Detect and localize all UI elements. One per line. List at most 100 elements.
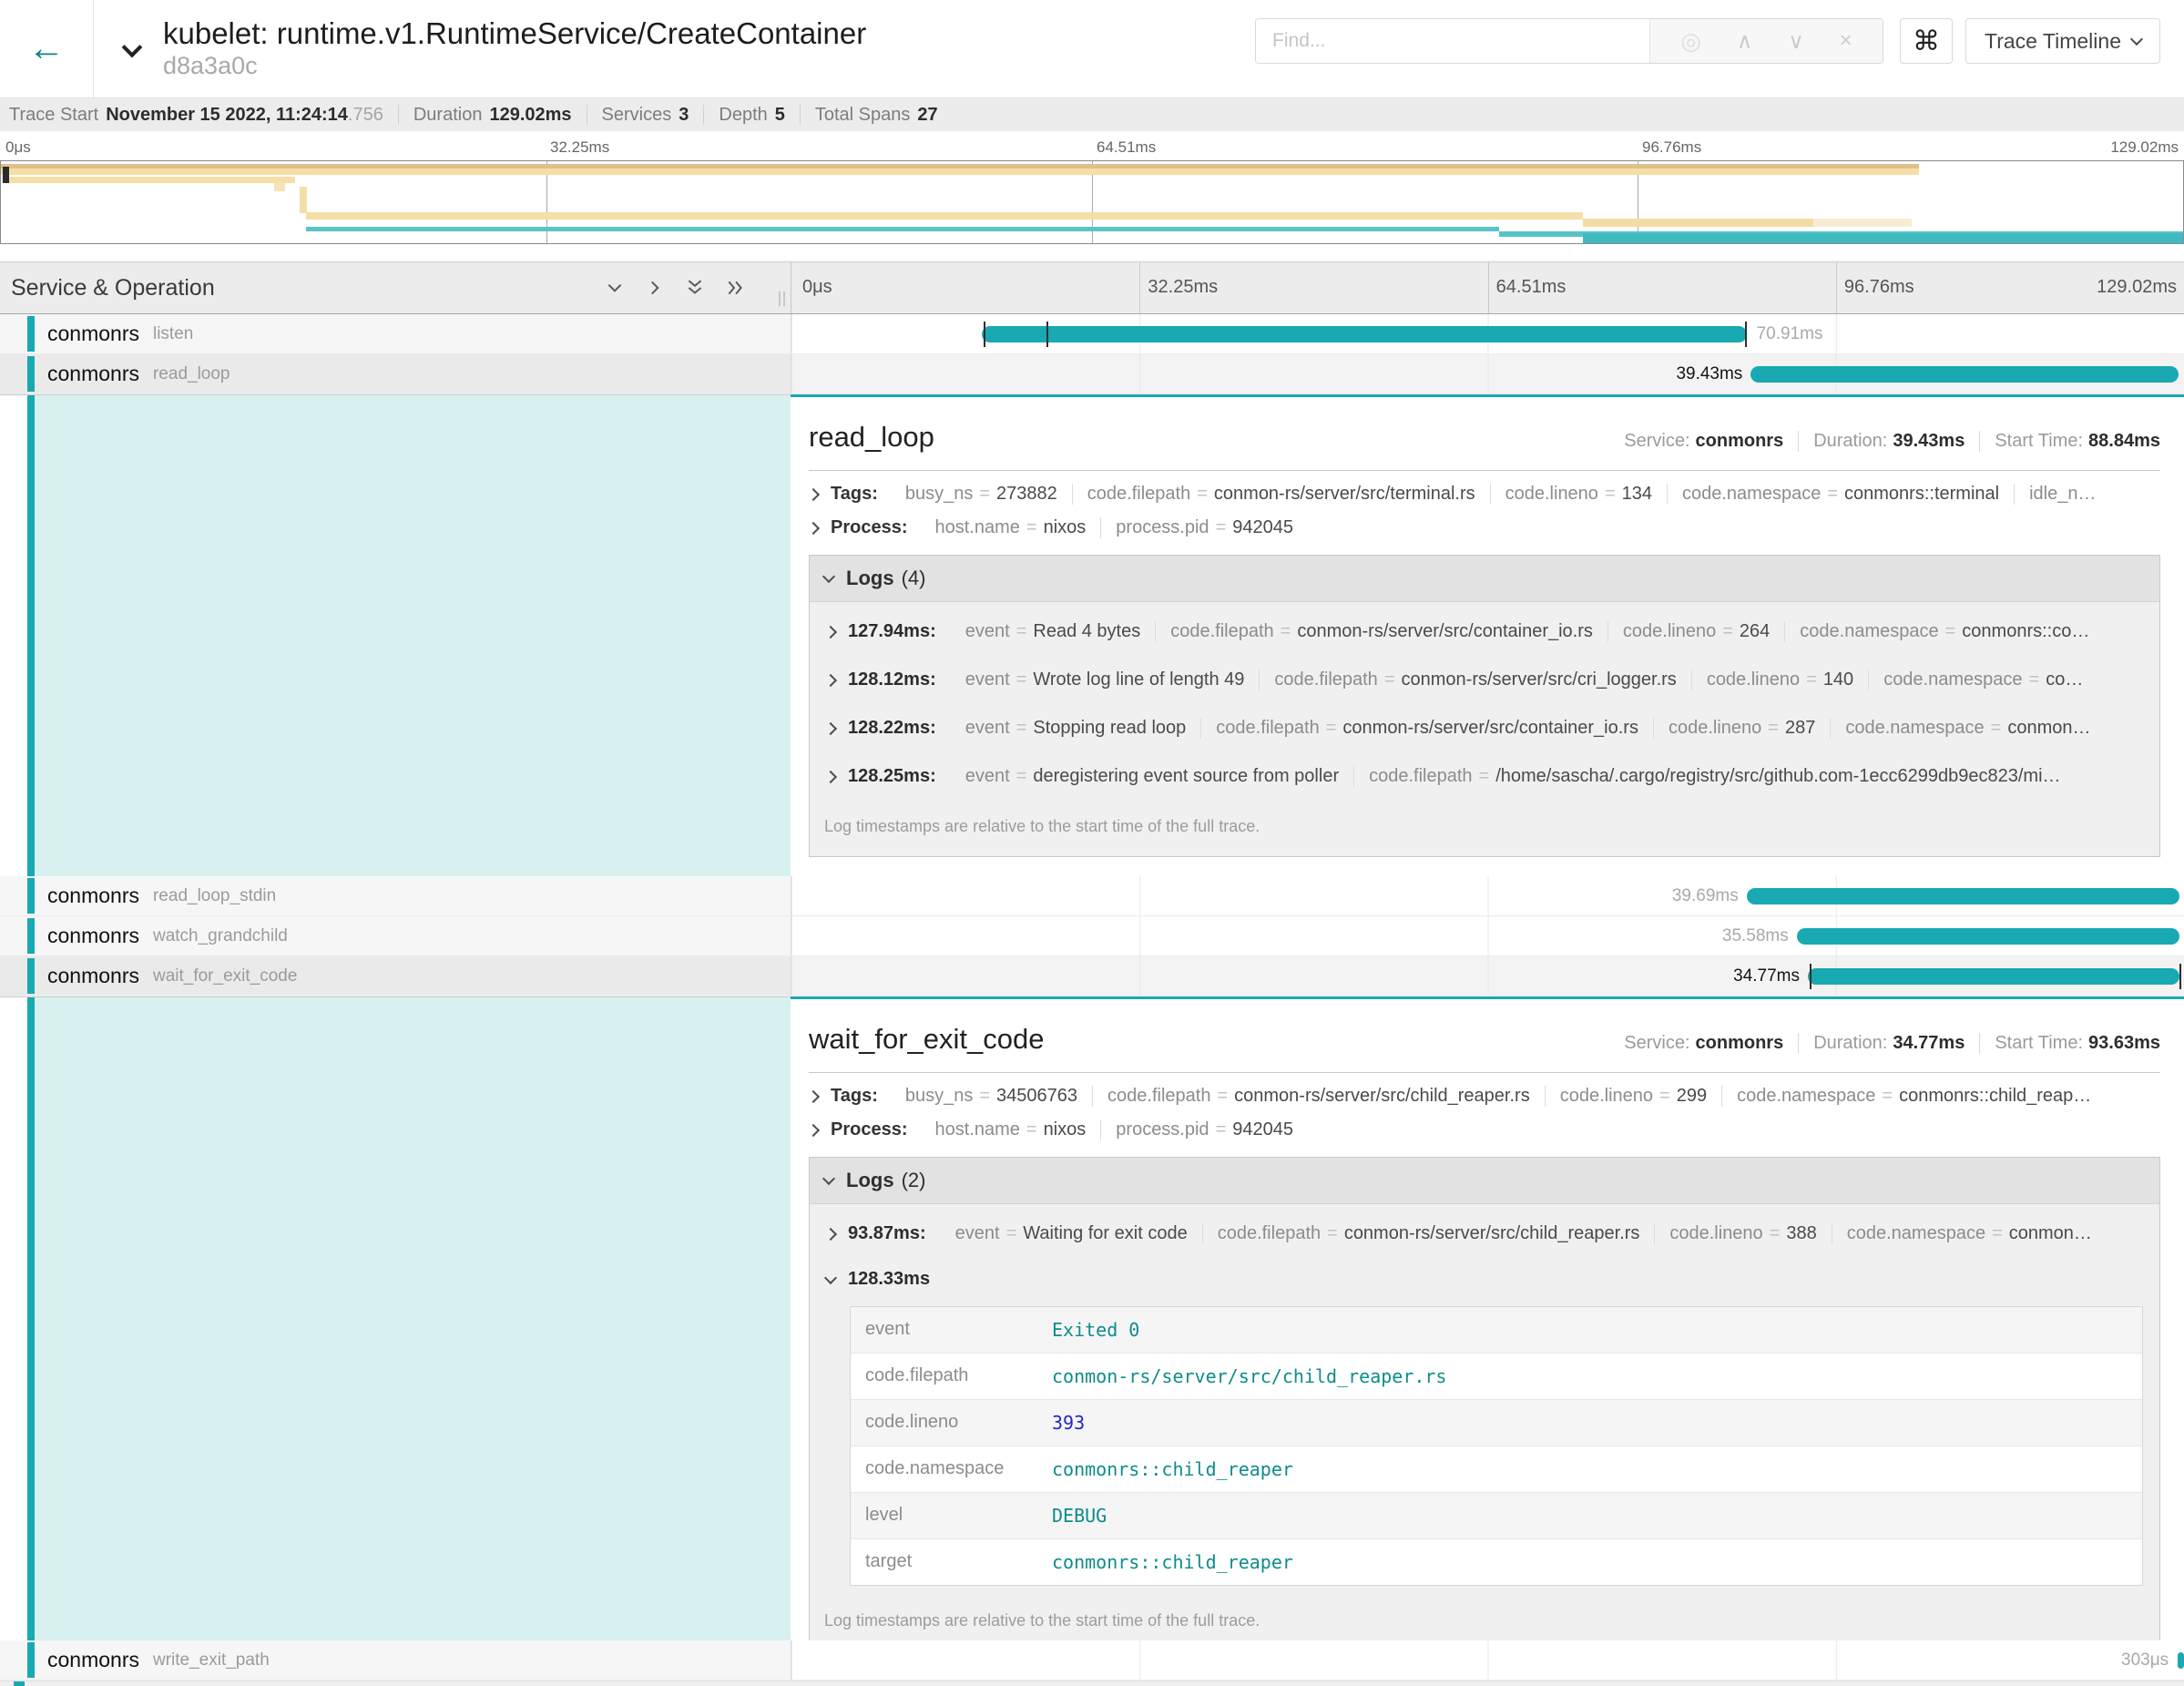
minimap-span-bar [274, 183, 285, 191]
log-field-value: conmonrs::child_reaper [1037, 1539, 2142, 1585]
span-row-read-loop[interactable]: conmonrs read_loop 39.43ms [0, 354, 2184, 394]
process-row[interactable]: Process: host.name=nixos process.pid=942… [809, 517, 2160, 538]
minimap-span-bar [300, 187, 307, 213]
span-duration-label: 39.43ms [1676, 354, 1742, 394]
header-controls: ◎ ∧ ∨ × ⌘ Trace Timeline [1255, 18, 2160, 64]
span-detail-left-fill [0, 996, 791, 1640]
span-table-header: Service & Operation 0μs 32.25ms 64.51ms [0, 261, 2184, 314]
find-prev-icon[interactable]: ∧ [1737, 28, 1753, 55]
span-timeline-cell[interactable]: 303μs [791, 1640, 2184, 1680]
back-arrow-icon: ← [28, 28, 65, 69]
span-timeline-cell[interactable]: 39.43ms [791, 354, 2184, 393]
span-name-cell[interactable]: conmonrs write_exit_path [0, 1640, 791, 1680]
span-duration-label: 39.69ms [1672, 876, 1739, 916]
column-resize-grip[interactable] [779, 291, 785, 306]
span-name-cell[interactable]: conmonrs listen [0, 314, 791, 353]
tag-chip: code.lineno=299 [1545, 1086, 1721, 1107]
span-detail-meta: Service:conmonrs Duration:39.43ms Start … [1624, 431, 2160, 452]
timeline-header: 0μs 32.25ms 64.51ms 96.76ms 129.02ms [791, 262, 2184, 313]
summary-item: Total Spans 27 [800, 105, 938, 125]
trace-collapse-icon[interactable] [122, 36, 143, 57]
log-footnote: Log timestamps are relative to the start… [810, 1595, 2159, 1640]
expand-all-icon[interactable] [725, 278, 745, 298]
find-actions: ◎ ∧ ∨ × [1649, 19, 1883, 63]
span-row-listen[interactable]: conmonrs listen 70.91ms [0, 314, 2184, 354]
chevron-right-icon [824, 721, 837, 734]
collapse-one-icon[interactable] [605, 278, 625, 298]
back-button[interactable]: ← [0, 0, 94, 97]
locate-icon[interactable]: ◎ [1680, 27, 1701, 56]
log-field-value: 393 [1037, 1400, 2142, 1446]
process-label: Process: [831, 517, 908, 538]
span-color-accent [27, 356, 35, 392]
meta-service: conmonrs [1696, 1033, 1784, 1053]
log-field-chip: event=Read 4 bytes [951, 621, 1155, 642]
minimap-span-bar [1583, 233, 2184, 243]
next-row-partial [0, 1681, 2184, 1686]
expand-one-icon[interactable] [645, 278, 665, 298]
process-label: Process: [831, 1119, 908, 1140]
log-entry[interactable]: 93.87ms: event=Waiting for exit codecode… [810, 1210, 2159, 1258]
log-field-chip: code.lineno=287 [1653, 718, 1830, 739]
log-entry[interactable]: 128.12ms: event=Wrote log line of length… [810, 656, 2159, 704]
log-entry[interactable]: 128.25ms: event=deregistering event sour… [810, 752, 2159, 801]
chevron-right-icon [824, 1227, 837, 1240]
find-box: ◎ ∧ ∨ × [1255, 18, 1883, 64]
tags-row[interactable]: Tags: busy_ns=273882 code.filepath=conmo… [809, 484, 2160, 505]
keyboard-shortcuts-button[interactable]: ⌘ [1900, 18, 1953, 64]
span-bar[interactable] [1797, 928, 2179, 945]
process-chip: host.name=nixos [921, 517, 1101, 538]
tags-row[interactable]: Tags: busy_ns=34506763 code.filepath=con… [809, 1086, 2160, 1107]
find-input[interactable] [1256, 19, 1649, 63]
process-row[interactable]: Process: host.name=nixos process.pid=942… [809, 1119, 2160, 1140]
span-timeline-cell[interactable]: 35.58ms [791, 916, 2184, 955]
span-duration-label: 35.58ms [1722, 916, 1789, 956]
find-clear-icon[interactable]: × [1840, 28, 1852, 54]
span-bar[interactable] [1747, 888, 2180, 904]
process-chip: process.pid=942045 [1100, 517, 1308, 538]
span-timeline-cell[interactable]: 34.77ms [791, 956, 2184, 996]
meta-service: conmonrs [1696, 431, 1784, 451]
logs-header[interactable]: Logs (2) [810, 1158, 2159, 1204]
logs-section: Logs (4) 127.94ms: event=Read 4 bytescod… [809, 555, 2160, 857]
span-detail-title: wait_for_exit_code [809, 1023, 1045, 1056]
log-entry[interactable]: 128.22ms: event=Stopping read loopcode.f… [810, 704, 2159, 752]
page-header: ← kubelet: runtime.v1.RuntimeService/Cre… [0, 0, 2184, 97]
log-fields-table: event Exited 0 code.filepath conmon-rs/s… [850, 1306, 2143, 1586]
logs-header[interactable]: Logs (4) [810, 556, 2159, 602]
timeline-minimap[interactable] [0, 160, 2184, 244]
log-field-chip: code.lineno=388 [1654, 1223, 1831, 1244]
span-service: conmonrs [47, 322, 139, 346]
span-row-write-exit-path[interactable]: conmonrs write_exit_path 303μs [0, 1640, 2184, 1681]
find-next-icon[interactable]: ∨ [1788, 28, 1804, 55]
collapse-controls [605, 278, 781, 298]
span-name-cell[interactable]: conmonrs read_loop_stdin [0, 876, 791, 915]
span-timeline-cell[interactable]: 39.69ms [791, 876, 2184, 915]
span-row-read-loop-stdin[interactable]: conmonrs read_loop_stdin 39.69ms [0, 876, 2184, 916]
span-bar[interactable] [1750, 366, 2178, 383]
minimap-scrub-handle[interactable] [3, 167, 9, 183]
log-field-chip: code.filepath=conmon-rs/server/src/conta… [1155, 621, 1607, 642]
view-selector-button[interactable]: Trace Timeline [1965, 18, 2160, 64]
span-bar[interactable] [2178, 1652, 2184, 1669]
span-color-accent [27, 997, 35, 1640]
log-field-row: target conmonrs::child_reaper [851, 1539, 2142, 1585]
log-field-value: conmon-rs/server/src/child_reaper.rs [1037, 1354, 2142, 1399]
span-name-cell[interactable]: conmonrs wait_for_exit_code [0, 956, 791, 996]
log-entry[interactable]: 127.94ms: event=Read 4 bytescode.filepat… [810, 608, 2159, 656]
log-field-chip: code.lineno=264 [1607, 621, 1784, 642]
span-name-cell[interactable]: conmonrs read_loop [0, 354, 791, 393]
summary-item: Services 3 [587, 105, 689, 125]
span-bar[interactable] [1808, 968, 2179, 985]
span-timeline-cell[interactable]: 70.91ms [791, 314, 2184, 353]
tag-chip: busy_ns=273882 [891, 484, 1072, 505]
log-entry-expanded[interactable]: 128.33ms [810, 1258, 2159, 1295]
span-row-watch-grandchild[interactable]: conmonrs watch_grandchild 35.58ms [0, 916, 2184, 956]
span-bar[interactable] [982, 326, 1746, 342]
collapse-all-icon[interactable] [685, 278, 705, 298]
service-operation-label: Service & Operation [11, 275, 215, 301]
span-row-wait-for-exit-code[interactable]: conmonrs wait_for_exit_code 34.77ms [0, 956, 2184, 996]
span-service: conmonrs [47, 1648, 139, 1672]
span-name-cell[interactable]: conmonrs watch_grandchild [0, 916, 791, 955]
log-field-chip: code.filepath=/home/sascha/.cargo/regist… [1353, 766, 2075, 787]
